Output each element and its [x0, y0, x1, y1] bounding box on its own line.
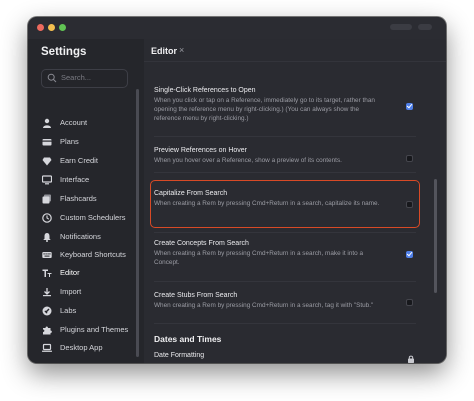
sidebar-item-keyboard-shortcuts[interactable]: Keyboard Shortcuts — [28, 247, 144, 264]
sidebar-item-desktop-app[interactable]: Desktop App — [28, 340, 144, 357]
sidebar-item-flashcards[interactable]: Flashcards — [28, 191, 144, 208]
minimize-window-button[interactable] — [48, 24, 55, 31]
sidebar-item-label: Account — [60, 118, 88, 127]
setting-title: Create Stubs From Search — [154, 292, 238, 299]
settings-window: Settings Search... Account Plans Earn Cr… — [28, 17, 446, 363]
editor-settings-panel: Editor × Single-Click References to Open… — [144, 39, 446, 363]
person-icon — [43, 118, 51, 128]
sidebar-item-custom-schedulers[interactable]: Custom Schedulers — [28, 210, 144, 227]
setting-checkbox[interactable] — [406, 103, 413, 110]
divider — [154, 172, 416, 173]
sidebar-item-plans[interactable]: Plans — [28, 134, 144, 151]
sidebar-item-earn-credit[interactable]: Earn Credit — [28, 153, 144, 170]
sidebar-item-notifications[interactable]: Notifications — [28, 229, 144, 246]
bell-icon — [43, 233, 51, 242]
sidebar-item-label: Interface — [60, 175, 90, 184]
sidebar-item-plugins-and-themes[interactable]: Plugins and Themes — [28, 322, 144, 339]
divider — [154, 281, 416, 282]
sidebar-item-label: Flashcards — [60, 194, 97, 203]
sidebar-item-label: Keyboard Shortcuts — [60, 250, 126, 259]
setting-title: Create Concepts From Search — [154, 240, 249, 247]
rocket-icon — [42, 306, 52, 316]
title-bar — [28, 17, 446, 39]
maximize-window-button[interactable] — [59, 24, 66, 31]
sidebar-scrollbar[interactable] — [136, 89, 139, 357]
search-placeholder: Search... — [61, 73, 92, 82]
sidebar-item-label: Earn Credit — [60, 156, 98, 165]
setting-title: Single-Click References to Open — [154, 87, 256, 94]
divider — [144, 61, 446, 62]
keyboard-icon — [42, 252, 52, 258]
sidebar-item-labs[interactable]: Labs — [28, 303, 144, 320]
section-title: Dates and Times — [154, 334, 222, 344]
setting-description: When you hover over a Reference, show a … — [154, 157, 342, 164]
page-title: Editor — [151, 46, 177, 56]
sidebar-item-label: Custom Schedulers — [60, 213, 126, 222]
diamond-icon — [42, 157, 52, 166]
puzzle-icon — [43, 326, 52, 335]
sidebar-item-label: Labs — [60, 306, 77, 315]
divider — [154, 323, 416, 324]
divider — [154, 232, 416, 233]
sidebar-item-label: Import — [60, 287, 82, 296]
sidebar-item-label: Desktop App — [60, 343, 103, 352]
sidebar-item-label: Plugins and Themes — [60, 325, 129, 334]
setting-checkbox[interactable] — [406, 155, 413, 162]
setting-checkbox[interactable] — [406, 251, 413, 258]
sidebar-item-editor[interactable]: Editor — [28, 265, 144, 282]
setting-description: When you click or tap on a Reference, im… — [154, 97, 375, 122]
setting-title: Capitalize From Search — [154, 190, 228, 197]
lock-icon — [408, 355, 414, 363]
setting-checkbox[interactable] — [406, 201, 413, 208]
close-icon[interactable]: × — [179, 45, 184, 55]
sidebar-item-label: Notifications — [60, 232, 101, 241]
sidebar-item-label: Editor — [60, 268, 80, 277]
sidebar-item-import[interactable]: Import — [28, 284, 144, 301]
titlebar-placeholder — [390, 24, 412, 30]
text-format-icon — [42, 269, 52, 277]
import-icon — [43, 288, 51, 297]
sidebar-item-label: Plans — [60, 137, 79, 146]
monitor-icon — [42, 175, 52, 185]
setting-checkbox[interactable] — [406, 299, 413, 306]
search-icon — [47, 73, 57, 83]
credit-card-icon — [42, 139, 52, 146]
divider — [154, 136, 416, 137]
sidebar-item-account[interactable]: Account — [28, 115, 144, 132]
laptop-icon — [42, 343, 52, 352]
settings-sidebar: Settings Search... Account Plans Earn Cr… — [28, 39, 144, 363]
setting-description: When creating a Rem by pressing Cmd+Retu… — [154, 250, 364, 266]
clock-icon — [42, 213, 52, 223]
sidebar-title: Settings — [41, 46, 87, 58]
setting-description: When creating a Rem by pressing Cmd+Retu… — [154, 302, 374, 309]
setting-description: When creating a Rem by pressing Cmd+Retu… — [154, 200, 380, 207]
setting-title: Preview References on Hover — [154, 147, 247, 154]
titlebar-placeholder — [418, 24, 432, 30]
close-window-button[interactable] — [37, 24, 44, 31]
main-scrollbar[interactable] — [434, 179, 437, 293]
setting-title: Date Formatting — [154, 352, 205, 359]
search-input[interactable]: Search... — [41, 69, 128, 88]
sidebar-item-interface[interactable]: Interface — [28, 172, 144, 189]
flashcards-icon — [42, 194, 51, 204]
